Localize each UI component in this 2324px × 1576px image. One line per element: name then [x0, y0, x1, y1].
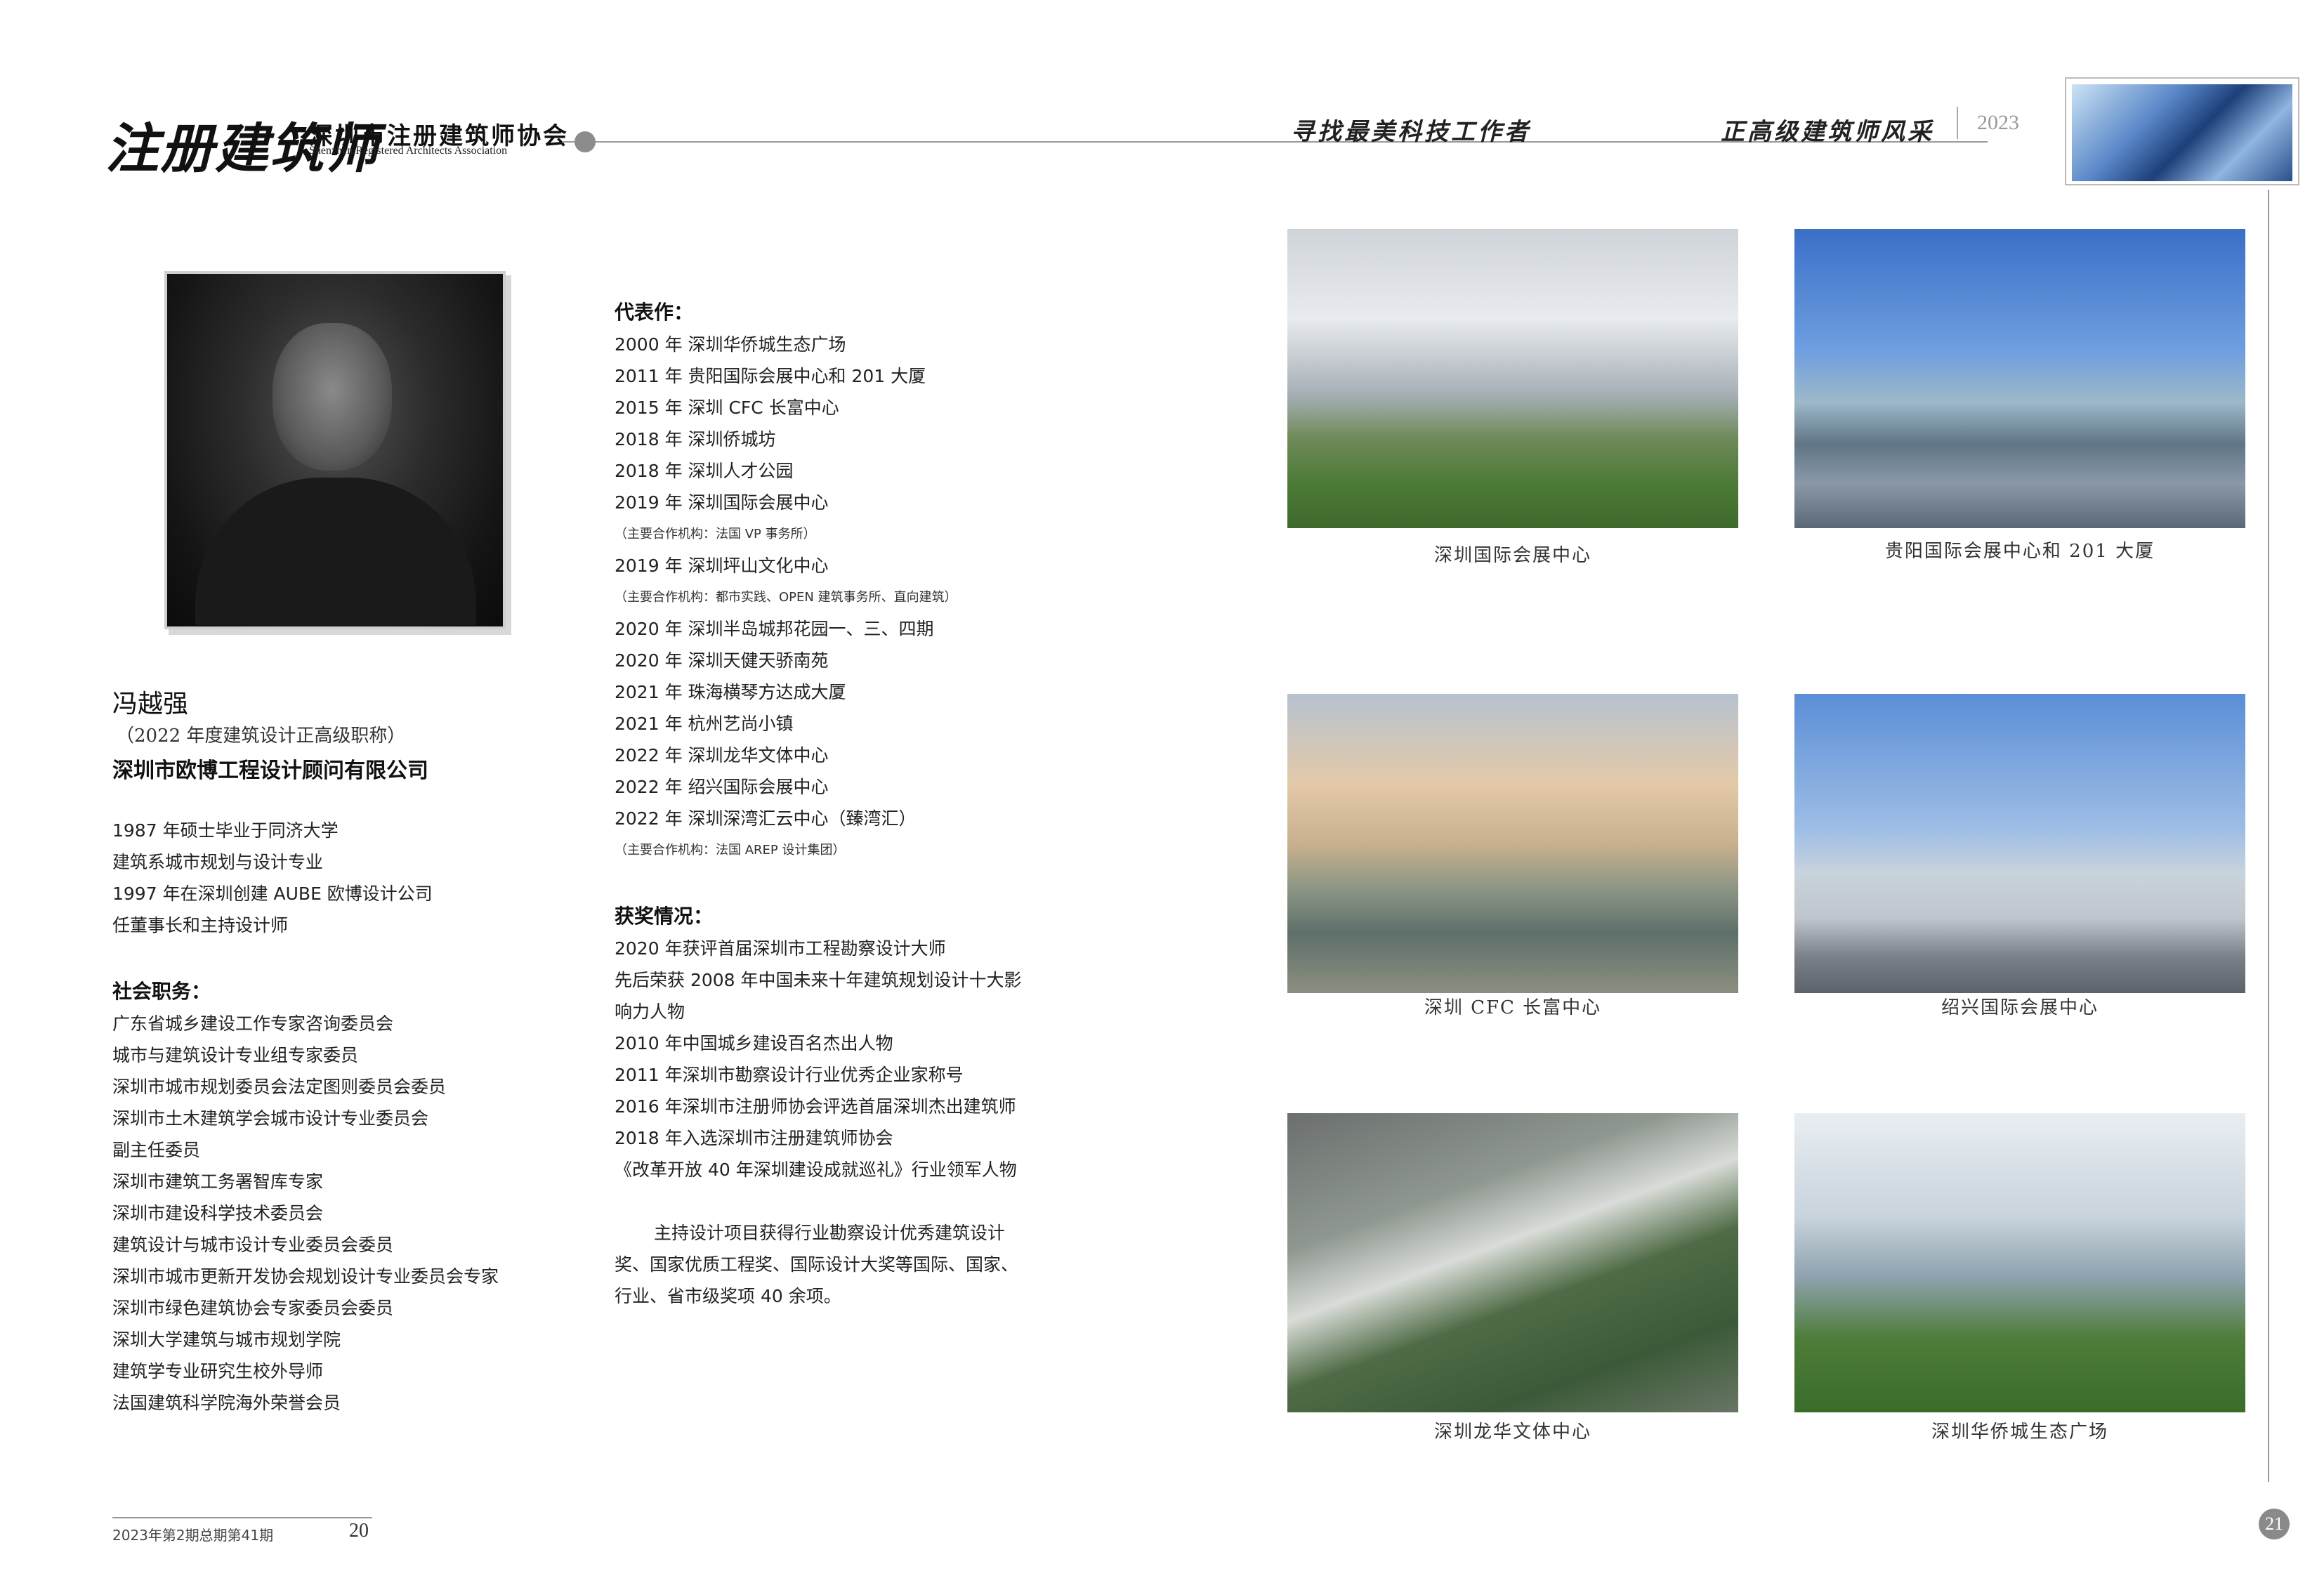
list-item: 2011 年 贵阳国际会展中心和 201 大厦	[615, 366, 926, 386]
right-margin-rule	[2268, 190, 2269, 1482]
header-slogan-left: 寻找最美科技工作者	[1291, 118, 1531, 146]
list-item: 2020 年 深圳天健天骄南苑	[615, 650, 829, 671]
photo-guiyang-exhibition-center	[1794, 229, 2245, 528]
awards-summary: 主持设计项目获得行业勘察设计优秀建筑设计 奖、国家优质工程奖、国际设计大奖等国际…	[615, 1217, 1078, 1312]
list-item: 2016 年深圳市注册师协会评选首届深圳杰出建筑师	[615, 1096, 1016, 1117]
header-separator	[1957, 107, 1958, 139]
photo-shaoxing-exhibition-center	[1794, 694, 2245, 993]
portrait-body	[195, 478, 476, 625]
header-skyscraper-image	[2072, 84, 2292, 181]
list-item: 《改革开放 40 年深圳建设成就巡礼》行业领军人物	[615, 1160, 1017, 1180]
list-item: 2010 年中国城乡建设百名杰出人物	[615, 1033, 893, 1053]
list-item: 深圳市土木建筑学会城市设计专业委员会	[112, 1108, 429, 1129]
footer-rule	[112, 1517, 372, 1518]
list-item: 广东省城乡建设工作专家咨询委员会	[112, 1013, 394, 1034]
photo-shenzhen-cfc	[1287, 694, 1738, 993]
list-item: 2018 年入选深圳市注册建筑师协会	[615, 1128, 893, 1148]
list-item: 建筑学专业研究生校外导师	[112, 1361, 324, 1381]
header-dot-icon	[575, 131, 596, 152]
list-item: 深圳市建设科学技术委员会	[112, 1203, 324, 1223]
portrait-face	[273, 323, 392, 471]
list-item: 2011 年深圳市勘察设计行业优秀企业家称号	[615, 1065, 964, 1085]
list-item: 法国建筑科学院海外荣誉会员	[112, 1393, 341, 1413]
list-item: 响力人物	[615, 1002, 685, 1022]
list-item: 深圳市城市规划委员会法定图则委员会委员	[112, 1077, 447, 1097]
summary-line: 主持设计项目获得行业勘察设计优秀建筑设计	[654, 1223, 1006, 1243]
person-company: 深圳市欧博工程设计顾问有限公司	[112, 759, 428, 783]
works-title: 代表作：	[615, 301, 694, 324]
page-number-right: 21	[2259, 1509, 2290, 1539]
photo-shenzhen-exhibition-center	[1287, 229, 1738, 528]
list-item: 2022 年 绍兴国际会展中心	[615, 777, 829, 797]
list-item: 2018 年 深圳人才公园	[615, 461, 794, 481]
photo-octcity-ecological-plaza	[1794, 1113, 2245, 1412]
list-item: 2000 年 深圳华侨城生态广场	[615, 334, 846, 355]
bio-line: 1987 年硕士毕业于同济大学	[112, 820, 339, 841]
awards-list: 2020 年获评首届深圳市工程勘察设计大师 先后荣获 2008 年中国未来十年建…	[615, 933, 1022, 1186]
photo-caption: 深圳国际会展中心	[1433, 545, 1591, 566]
list-item-note: （主要合作机构：法国 AREP 设计集团）	[615, 843, 846, 858]
portrait-photo	[164, 271, 506, 629]
list-item: 建筑设计与城市设计专业委员会委员	[112, 1235, 394, 1255]
photo-caption: 绍兴国际会展中心	[1941, 997, 2099, 1018]
list-item: 副主任委员	[112, 1140, 201, 1160]
person-title-note: （2022 年度建筑设计正高级职称）	[116, 725, 406, 747]
bio-line: 任董事长和主持设计师	[112, 915, 289, 935]
list-item: 深圳大学建筑与城市规划学院	[112, 1329, 341, 1350]
list-item: 2021 年 杭州艺尚小镇	[615, 714, 794, 734]
social-roles-title: 社会职务：	[112, 980, 211, 1003]
footer-issue: 2023年第2期总期第41期	[112, 1527, 274, 1544]
association-name-en: Shenzhen Registered Architects Associati…	[309, 145, 508, 157]
list-item: 2022 年 深圳深湾汇云中心（臻湾汇）	[615, 808, 917, 829]
list-item: 2020 年 深圳半岛城邦花园一、三、四期	[615, 619, 934, 639]
list-item: 2021 年 珠海横琴方达成大厦	[615, 682, 846, 702]
header-year: 2023	[1977, 111, 2019, 134]
bio-line: 1997 年在深圳创建 AUBE 欧博设计公司	[112, 884, 433, 904]
bio-line: 建筑系城市规划与设计专业	[112, 852, 324, 872]
list-item: 2015 年 深圳 CFC 长富中心	[615, 398, 839, 418]
list-item-note: （主要合作机构：都市实践、OPEN 建筑事务所、直向建筑）	[615, 590, 957, 605]
photo-caption: 深圳华侨城生态广场	[1931, 1421, 2108, 1443]
list-item-note: （主要合作机构：法国 VP 事务所）	[615, 527, 816, 541]
list-item: 2019 年 深圳坪山文化中心	[615, 556, 829, 576]
page-number-left: 20	[349, 1520, 369, 1542]
header-slogan-right: 正高级建筑师风采	[1721, 118, 1934, 146]
photo-caption: 深圳龙华文体中心	[1433, 1421, 1591, 1443]
photo-longhua-culture-sports-center	[1287, 1113, 1738, 1412]
list-item: 深圳市城市更新开发协会规划设计专业委员会专家	[112, 1266, 499, 1287]
social-roles-list: 广东省城乡建设工作专家咨询委员会 城市与建筑设计专业组专家委员 深圳市城市规划委…	[112, 1008, 499, 1419]
person-name: 冯越强	[112, 690, 189, 718]
list-item: 2022 年 深圳龙华文体中心	[615, 745, 829, 766]
list-item: 城市与建筑设计专业组专家委员	[112, 1045, 359, 1065]
summary-line: 行业、省市级奖项 40 余项。	[615, 1286, 841, 1306]
list-item: 2019 年 深圳国际会展中心	[615, 492, 829, 513]
list-item: 先后荣获 2008 年中国未来十年建筑规划设计十大影	[615, 970, 1022, 990]
list-item: 深圳市建筑工务署智库专家	[112, 1171, 324, 1192]
list-item: 深圳市绿色建筑协会专家委员会委员	[112, 1298, 394, 1318]
summary-line: 奖、国家优质工程奖、国际设计大奖等国际、国家、	[615, 1254, 1019, 1275]
photo-caption: 贵阳国际会展中心和 201 大厦	[1884, 541, 2155, 562]
works-list: 2000 年 深圳华侨城生态广场 2011 年 贵阳国际会展中心和 201 大厦…	[615, 329, 957, 866]
list-item: 2020 年获评首届深圳市工程勘察设计大师	[615, 938, 946, 959]
awards-title: 获奖情况：	[615, 905, 714, 928]
list-item: 2018 年 深圳侨城坊	[615, 429, 776, 449]
photo-caption: 深圳 CFC 长富中心	[1424, 997, 1602, 1018]
person-bio: 1987 年硕士毕业于同济大学 建筑系城市规划与设计专业 1997 年在深圳创建…	[112, 815, 433, 941]
